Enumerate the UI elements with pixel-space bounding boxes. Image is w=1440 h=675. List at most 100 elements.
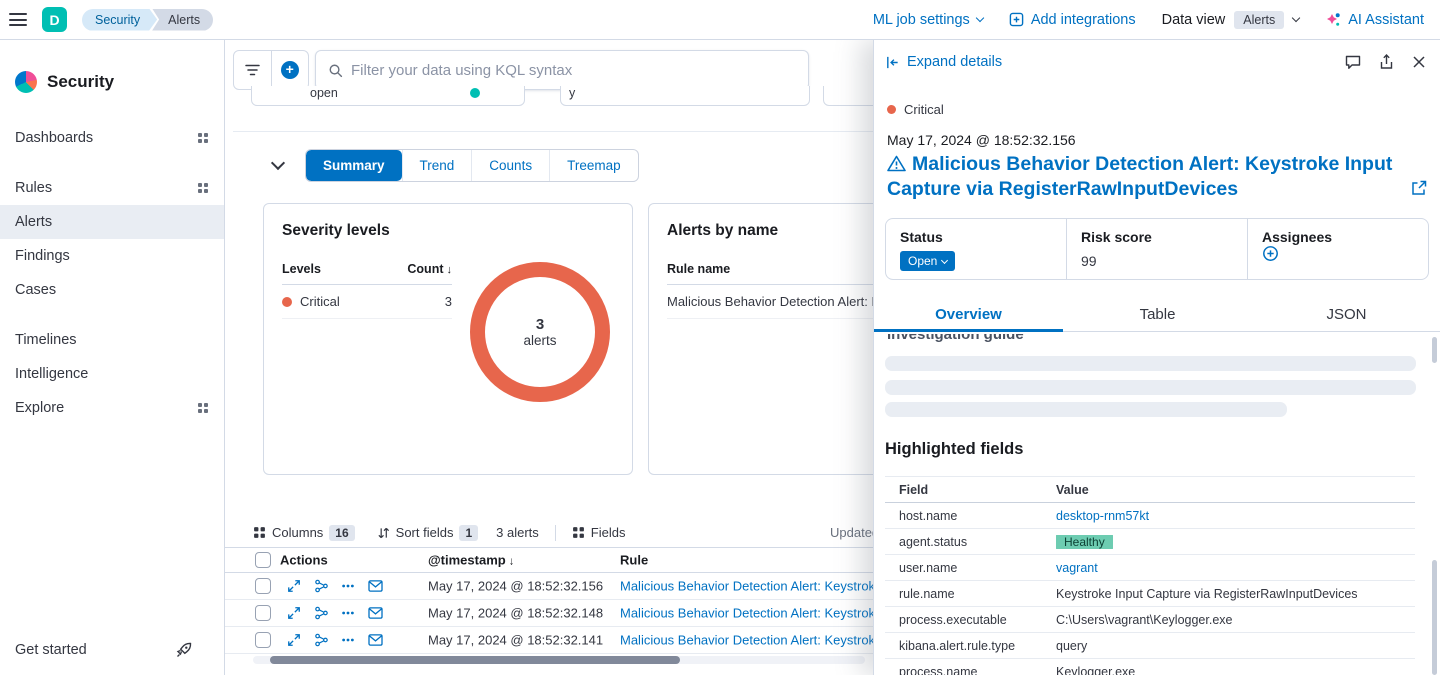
- levels-column-header: Levels: [282, 262, 321, 276]
- select-all-checkbox[interactable]: [255, 552, 271, 568]
- more-actions-icon[interactable]: [341, 633, 355, 647]
- analyzer-graph-icon[interactable]: [314, 606, 329, 620]
- saved-query-filter-button[interactable]: [234, 51, 272, 89]
- sidebar-item-cases[interactable]: Cases: [0, 273, 224, 307]
- data-view-selector[interactable]: Data view Alerts: [1162, 11, 1300, 29]
- envelope-icon[interactable]: [368, 607, 383, 620]
- sidebar-item-dashboards[interactable]: Dashboards: [0, 121, 224, 155]
- severity-count-value: 3: [445, 294, 452, 309]
- sidebar-title: Security: [47, 72, 114, 92]
- add-assignee-icon[interactable]: [1262, 245, 1414, 262]
- kql-search-input[interactable]: [351, 62, 796, 79]
- breadcrumb-security[interactable]: Security: [82, 9, 157, 31]
- donut-value: 3: [536, 316, 544, 333]
- menu-icon[interactable]: [9, 13, 27, 26]
- close-icon[interactable]: [1412, 55, 1426, 69]
- severity-filter-label: y: [569, 86, 575, 100]
- share-icon[interactable]: [1379, 54, 1394, 70]
- field-row: rule.name Keystroke Input Capture via Re…: [885, 581, 1415, 607]
- sidebar-item-intelligence[interactable]: Intelligence: [0, 357, 224, 391]
- columns-count-badge: 16: [329, 525, 354, 541]
- add-integrations-button[interactable]: Add integrations: [1009, 12, 1136, 28]
- expand-alert-icon[interactable]: [287, 633, 301, 647]
- sidebar-item-timelines[interactable]: Timelines: [0, 323, 224, 357]
- logo-letter: D: [49, 12, 59, 28]
- search-icon: [328, 63, 343, 78]
- expand-details-button[interactable]: Expand details: [885, 54, 1002, 70]
- field-row: process.executable C:\Users\vagrant\Keyl…: [885, 607, 1415, 633]
- chevron-down-icon: [941, 256, 948, 263]
- get-started-link[interactable]: Get started: [0, 633, 225, 667]
- ai-assistant-button[interactable]: AI Assistant: [1325, 12, 1424, 28]
- flyout-header-icons: [1345, 54, 1426, 70]
- count-column-header[interactable]: Count↓: [407, 262, 452, 276]
- elastic-logo[interactable]: D: [42, 7, 67, 32]
- row-checkbox[interactable]: [255, 605, 271, 621]
- tab-treemap[interactable]: Treemap: [549, 150, 638, 181]
- updated-label: Updated: [830, 525, 879, 540]
- row-checkbox[interactable]: [255, 578, 271, 594]
- envelope-icon[interactable]: [368, 580, 383, 593]
- breadcrumb-alerts[interactable]: Alerts: [152, 9, 213, 31]
- sort-desc-icon: ↓: [447, 264, 453, 276]
- more-actions-icon[interactable]: [341, 579, 355, 593]
- horizontal-scrollbar-thumb[interactable]: [270, 656, 680, 664]
- severity-donut-chart: 3 alerts: [470, 262, 610, 402]
- flyout-scrollbar-thumb[interactable]: [1432, 337, 1437, 363]
- more-actions-icon[interactable]: [341, 606, 355, 620]
- field-row: kibana.alert.rule.type query: [885, 633, 1415, 659]
- sidebar-item-explore[interactable]: Explore: [0, 391, 224, 425]
- flyout-scrollbar-thumb[interactable]: [1432, 560, 1437, 675]
- data-view-label: Data view: [1162, 12, 1226, 28]
- alert-title-link[interactable]: Malicious Behavior Detection Alert: Keys…: [887, 152, 1403, 202]
- tab-counts[interactable]: Counts: [471, 150, 549, 181]
- security-logo-icon: [15, 71, 37, 93]
- sidebar-item-alerts[interactable]: Alerts: [0, 205, 224, 239]
- columns-icon: [253, 526, 266, 539]
- analyzer-graph-icon[interactable]: [314, 579, 329, 593]
- sidebar-item-rules[interactable]: Rules: [0, 171, 224, 205]
- tab-trend[interactable]: Trend: [402, 150, 472, 181]
- topbar-actions: ML job settings Add integrations Data vi…: [873, 11, 1424, 29]
- assignees-label: Assignees: [1262, 229, 1414, 245]
- filter-button-group: +: [233, 50, 309, 90]
- alert-summary-box: Status Open Risk score 99 Assignees: [885, 218, 1429, 280]
- user-name-link[interactable]: vagrant: [1056, 561, 1098, 575]
- field-row: agent.status Healthy: [885, 529, 1415, 555]
- envelope-icon[interactable]: [368, 634, 383, 647]
- severity-label: Critical: [904, 102, 944, 117]
- risk-score-column: Risk score 99: [1067, 219, 1248, 279]
- fields-button[interactable]: Fields: [572, 525, 626, 540]
- tab-json[interactable]: JSON: [1252, 298, 1440, 331]
- host-name-link[interactable]: desktop-rnm57kt: [1056, 509, 1149, 523]
- severity-table: Levels Count↓ Critical 3: [282, 262, 452, 319]
- severity-level-label: Critical: [300, 294, 340, 309]
- tab-table[interactable]: Table: [1063, 298, 1252, 331]
- status-filter-row-clipped: open y: [225, 86, 905, 106]
- external-link-icon[interactable]: [1411, 180, 1427, 196]
- add-filter-button[interactable]: +: [272, 51, 309, 89]
- expand-alert-icon[interactable]: [287, 579, 301, 593]
- tab-overview[interactable]: Overview: [874, 298, 1063, 331]
- expand-alert-icon[interactable]: [287, 606, 301, 620]
- rule-column-header[interactable]: Rule: [620, 553, 648, 568]
- donut-label: alerts: [523, 333, 556, 348]
- ml-job-settings-button[interactable]: ML job settings: [873, 12, 983, 28]
- tab-summary[interactable]: Summary: [306, 150, 402, 181]
- sort-count-badge: 1: [459, 525, 478, 541]
- timestamp-column-header[interactable]: @timestamp↓: [428, 553, 514, 568]
- status-filter-dropdown[interactable]: open: [251, 86, 525, 106]
- comment-icon[interactable]: [1345, 55, 1361, 70]
- sort-fields-button[interactable]: Sort fields 1: [377, 525, 479, 541]
- field-row: user.name vagrant: [885, 555, 1415, 581]
- status-open-dropdown[interactable]: Open: [900, 251, 955, 271]
- collapse-charts-icon[interactable]: [271, 156, 285, 170]
- columns-button[interactable]: Columns 16: [253, 525, 355, 541]
- alerts-count-label: 3 alerts: [496, 525, 539, 540]
- arrow-start-icon: [885, 55, 900, 70]
- analyzer-graph-icon[interactable]: [314, 633, 329, 647]
- sidebar-item-findings[interactable]: Findings: [0, 239, 224, 273]
- row-checkbox[interactable]: [255, 632, 271, 648]
- severity-filter-dropdown[interactable]: y: [560, 86, 810, 106]
- loading-skeleton-bar: [885, 356, 1416, 371]
